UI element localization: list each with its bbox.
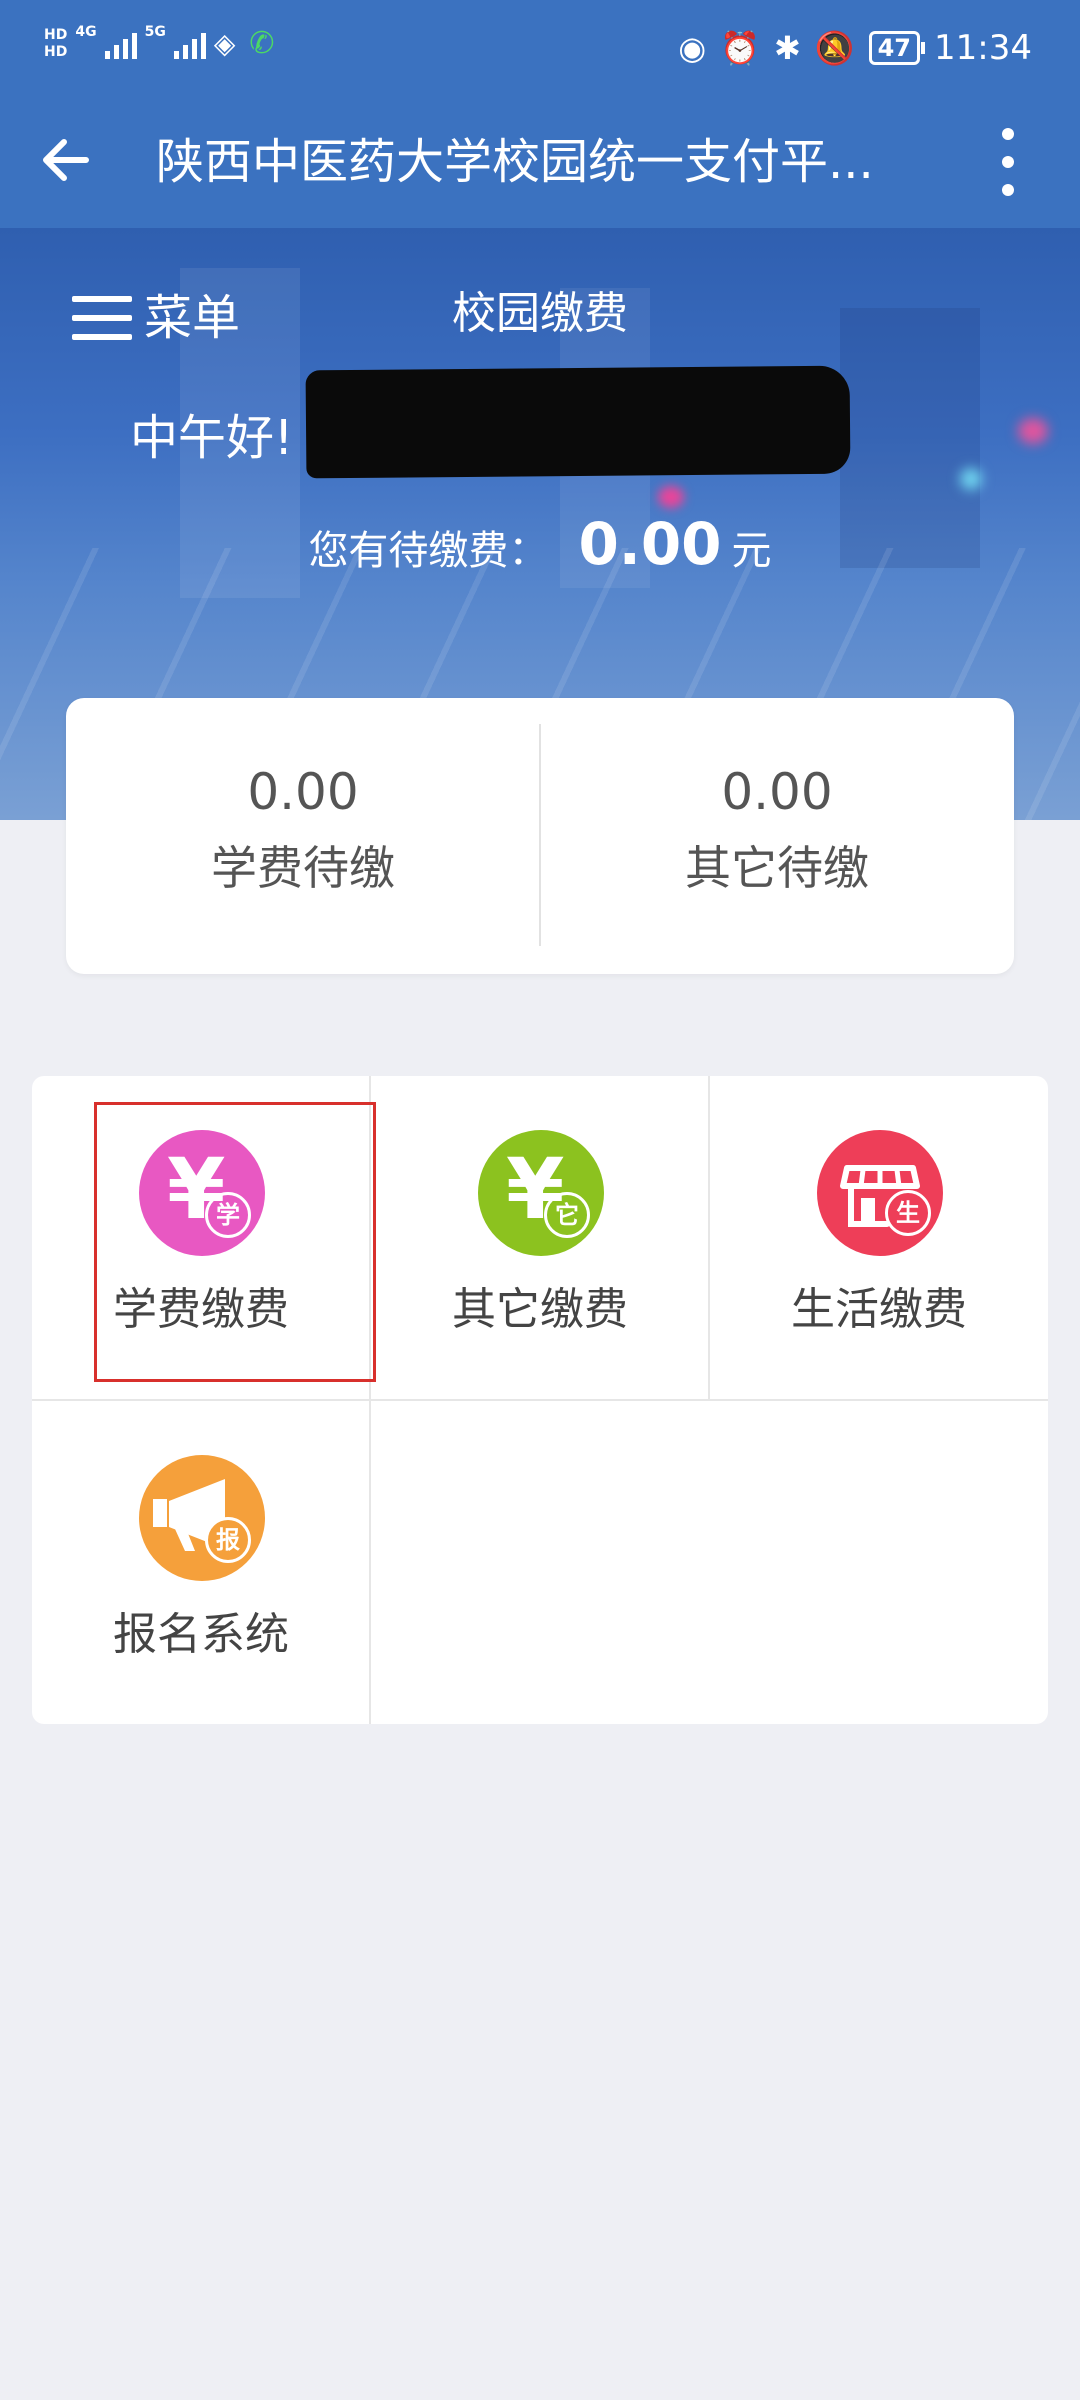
alarm-icon: ⏰ xyxy=(720,29,760,67)
other-fee-icon: ¥ 它 xyxy=(478,1130,604,1256)
more-options-icon[interactable] xyxy=(990,128,1026,196)
redacted-username xyxy=(305,365,851,479)
living-fee-icon: 生 xyxy=(817,1130,943,1256)
tuition-pending[interactable]: 0.00 学费待缴 xyxy=(66,698,540,974)
signal-strength-icon xyxy=(104,29,137,59)
pending-unit: 元 xyxy=(731,528,772,574)
status-bar: HD HD 4G 5G ◈ ✆ ◉ ⏰ ✱ 🔕 47 11:34 xyxy=(0,0,1080,100)
mute-icon: 🔕 xyxy=(814,29,855,67)
service-label: 生活缴费 xyxy=(791,1284,967,1335)
hd-label-2: HD xyxy=(44,43,68,60)
other-pending[interactable]: 0.00 其它待缴 xyxy=(540,698,1014,974)
other-pending-value: 0.00 xyxy=(721,763,833,821)
service-label: 其它缴费 xyxy=(452,1284,628,1335)
tuition-pending-value: 0.00 xyxy=(247,763,359,821)
phone-call-icon: ✆ xyxy=(249,26,275,61)
service-living-fee[interactable]: 生 生活缴费 xyxy=(710,1076,1048,1400)
greeting-text: 中午好! xyxy=(130,410,294,466)
service-label: 报名系统 xyxy=(113,1609,289,1660)
app-bar: 陕西中医药大学校园统一支付平... xyxy=(0,100,1080,228)
back-arrow-icon[interactable] xyxy=(36,130,96,190)
highlight-box xyxy=(94,1102,376,1382)
battery-icon: 47 xyxy=(868,31,926,65)
hd-indicator: HD HD xyxy=(44,27,67,61)
eye-comfort-icon: ◉ xyxy=(678,29,707,67)
wifi-calling-icon: ◈ xyxy=(213,27,236,60)
other-badge: 它 xyxy=(544,1192,590,1238)
network-4g-label: 4G xyxy=(75,23,97,40)
hd-label-1: HD xyxy=(44,26,68,43)
clock: 11:34 xyxy=(934,28,1032,68)
status-left: HD HD 4G 5G ◈ ✆ xyxy=(44,23,275,62)
pending-summary-card: 0.00 学费待缴 0.00 其它待缴 xyxy=(66,698,1014,974)
bluetooth-icon: ✱ xyxy=(773,29,801,67)
other-pending-label: 其它待缴 xyxy=(685,841,869,895)
service-registration[interactable]: 报 报名系统 xyxy=(32,1401,370,1724)
signal-strength-icon-2 xyxy=(173,29,206,59)
pending-payment-row: 您有待缴费： 0.00 元 xyxy=(0,510,1080,578)
network-5g-label: 5G xyxy=(144,23,166,40)
tuition-pending-label: 学费待缴 xyxy=(211,841,395,895)
registration-icon: 报 xyxy=(139,1455,265,1581)
status-right: ◉ ⏰ ✱ 🔕 47 11:34 xyxy=(678,28,1032,68)
app-title: 陕西中医药大学校园统一支付平... xyxy=(156,134,874,190)
service-other-fee[interactable]: ¥ 它 其它缴费 xyxy=(371,1076,709,1400)
section-title: 校园缴费 xyxy=(452,288,628,339)
pending-amount: 0.00 xyxy=(578,510,722,578)
registration-badge: 报 xyxy=(205,1517,251,1563)
living-badge: 生 xyxy=(885,1190,931,1236)
pending-label: 您有待缴费： xyxy=(308,528,549,574)
